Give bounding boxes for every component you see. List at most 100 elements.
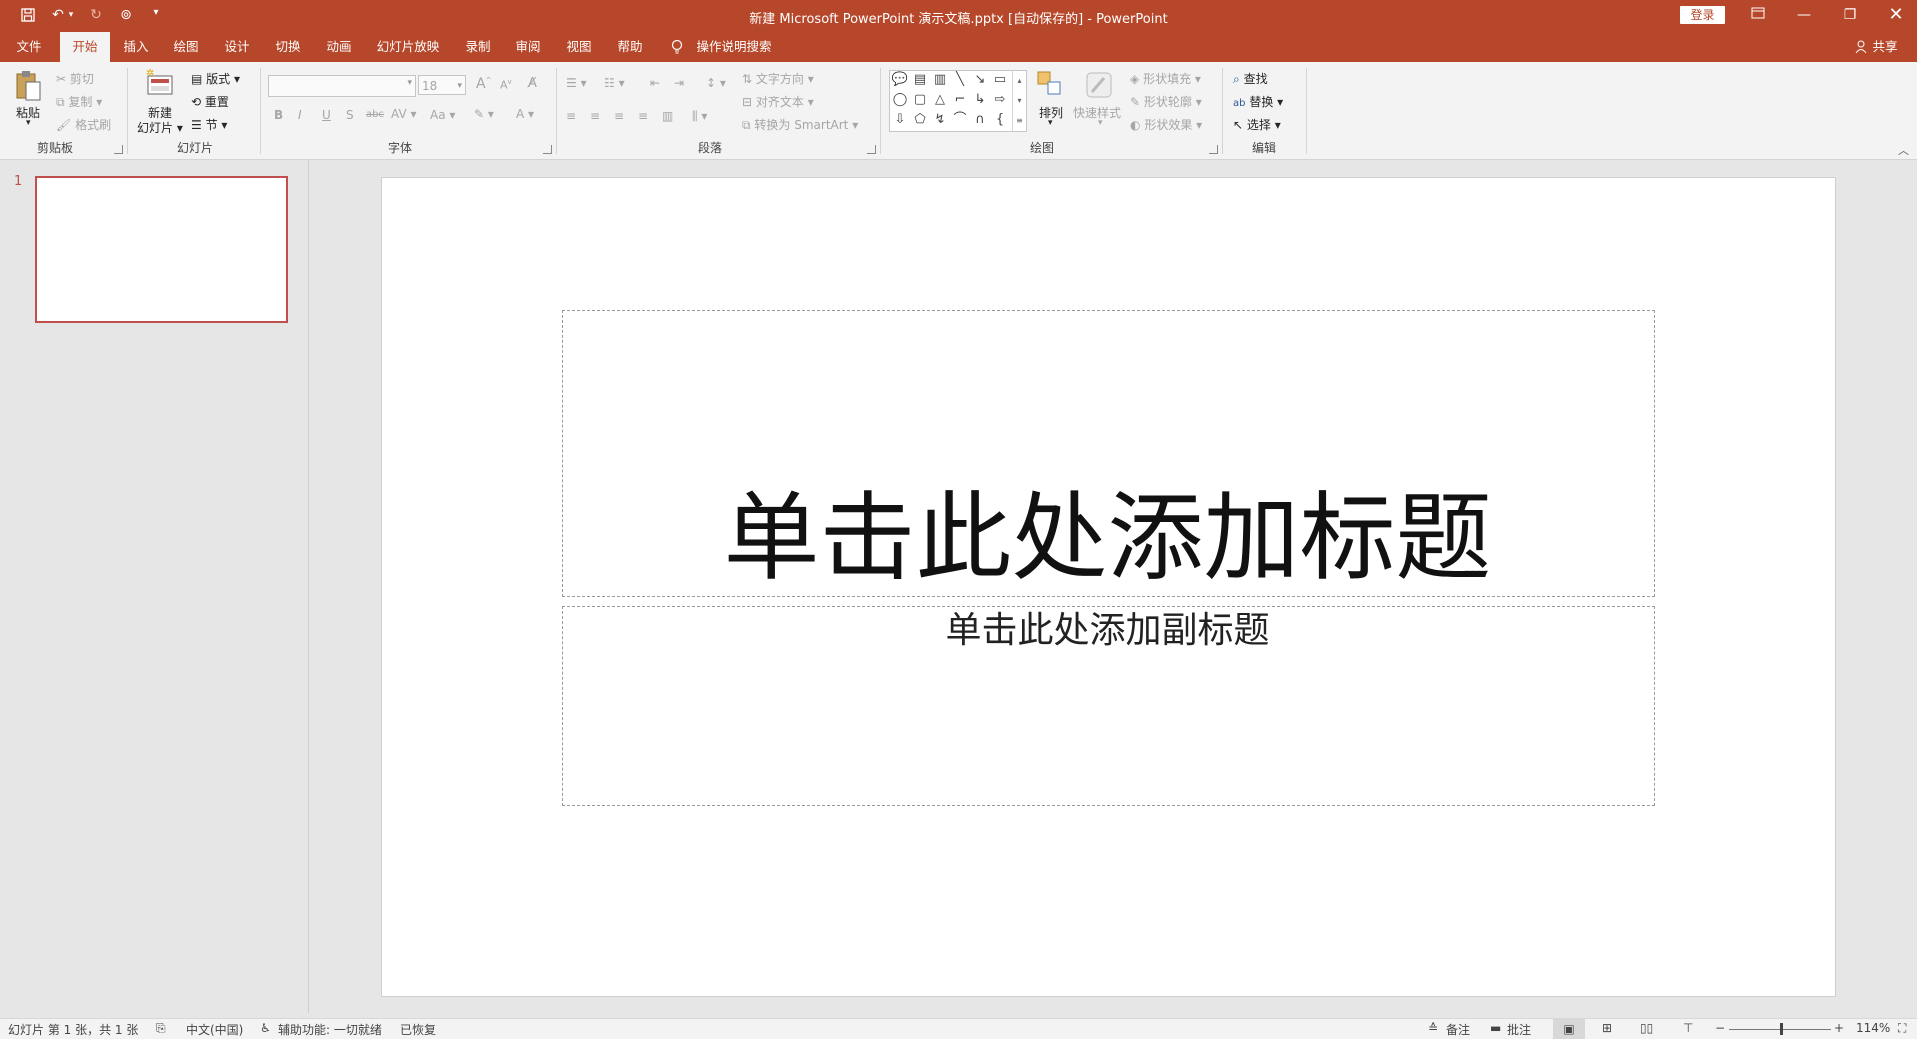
paste-dropdown-icon[interactable]: ▾ xyxy=(26,118,31,128)
language-status[interactable]: 中文(中国) xyxy=(186,1021,243,1038)
quick-styles-button[interactable]: 快速样式 xyxy=(1073,104,1121,121)
shapes-gallery[interactable]: 💬 ▤ ▥ ╲ ↘ ▭ ◯ ▢ △ ⌐ ↳ ⇨ ⇩ ⬠ ↯ ⌒ ∩ { ▴ ▾ ≡ xyxy=(889,70,1027,132)
quick-styles-icon[interactable] xyxy=(1084,70,1114,103)
tab-review[interactable]: 审阅 xyxy=(508,32,548,62)
zoom-level[interactable]: 114% xyxy=(1856,1021,1890,1035)
right-arrow-shape-icon[interactable]: ⇨ xyxy=(990,91,1010,109)
highlight-icon[interactable]: ✎ ▾ xyxy=(474,107,494,121)
bullets-icon[interactable]: ☰ ▾ xyxy=(566,76,587,90)
reset-button[interactable]: ⟲ 重置 xyxy=(191,93,229,110)
zoom-out-icon[interactable]: − xyxy=(1715,1021,1725,1035)
tab-record[interactable]: 录制 xyxy=(458,32,498,62)
slide-sorter-icon[interactable]: ⊞ xyxy=(1602,1021,1612,1035)
shape-outline-button[interactable]: ✎ 形状轮廓 ▾ xyxy=(1130,93,1202,110)
notes-button[interactable]: 备注 xyxy=(1446,1021,1470,1038)
tab-design[interactable]: 设计 xyxy=(217,32,257,62)
justify-icon[interactable]: ≡ xyxy=(638,109,648,123)
tab-home[interactable]: 开始 xyxy=(60,32,110,62)
convert-smartart-button[interactable]: ⧉ 转换为 SmartArt ▾ xyxy=(742,116,858,133)
oval-shape-icon[interactable]: ◯ xyxy=(890,91,910,109)
tab-help[interactable]: 帮助 xyxy=(610,32,650,62)
new-slide-button[interactable]: 幻灯片 ▾ xyxy=(137,119,183,136)
restore-icon[interactable]: ❐ xyxy=(1827,0,1873,32)
arc-shape-icon[interactable]: ∩ xyxy=(970,111,990,129)
section-button[interactable]: ☰ 节 ▾ xyxy=(191,116,227,133)
find-button[interactable]: ⌕ 查找 xyxy=(1233,70,1268,87)
callout-shape-icon[interactable]: 💬 xyxy=(890,71,910,89)
decrease-font-size-icon[interactable]: Av xyxy=(500,78,512,92)
accessibility-status[interactable]: 辅助功能: 一切就绪 xyxy=(278,1021,382,1038)
spell-check-icon[interactable]: ⎘ xyxy=(156,1021,166,1036)
shape-fill-button[interactable]: ◈ 形状填充 ▾ xyxy=(1130,70,1201,87)
brace-shape-icon[interactable]: { xyxy=(990,111,1010,129)
down-arrow-shape-icon[interactable]: ⇩ xyxy=(890,111,910,129)
align-text-button[interactable]: ⊟ 对齐文本 ▾ xyxy=(742,93,814,110)
arrange-icon[interactable] xyxy=(1036,70,1064,103)
underline-icon[interactable]: U xyxy=(322,108,331,122)
align-left-icon[interactable]: ≡ xyxy=(566,109,576,123)
rounded-rect-shape-icon[interactable]: ▢ xyxy=(910,91,930,109)
cut-button[interactable]: ✂ 剪切 xyxy=(56,70,94,87)
change-case-icon[interactable]: Aa ▾ xyxy=(430,108,455,122)
quick-styles-dropdown-icon[interactable]: ▾ xyxy=(1098,118,1103,128)
tab-slideshow[interactable]: 幻灯片放映 xyxy=(372,32,444,62)
paste-icon[interactable] xyxy=(14,70,42,105)
font-launcher-icon[interactable] xyxy=(543,145,552,154)
tab-draw[interactable]: 绘图 xyxy=(166,32,206,62)
columns-icon[interactable]: ⫼ ▾ xyxy=(692,109,707,124)
tab-animations[interactable]: 动画 xyxy=(319,32,359,62)
slideshow-view-icon[interactable]: ⊤ xyxy=(1683,1021,1693,1035)
align-right-icon[interactable]: ≡ xyxy=(614,109,624,123)
tab-transitions[interactable]: 切换 xyxy=(268,32,308,62)
arrange-dropdown-icon[interactable]: ▾ xyxy=(1048,118,1053,128)
font-name-combobox[interactable]: ▾ xyxy=(268,75,416,97)
arrow-line-shape-icon[interactable]: ↘ xyxy=(970,71,990,89)
close-icon[interactable]: ✕ xyxy=(1873,0,1917,32)
layout-button[interactable]: ▤ 版式 ▾ xyxy=(191,70,240,87)
vertical-textbox-shape-icon[interactable]: ▥ xyxy=(930,71,950,89)
tab-file[interactable]: 文件 xyxy=(8,32,50,62)
line-spacing-icon[interactable]: ↕ ▾ xyxy=(706,76,726,90)
textbox-shape-icon[interactable]: ▤ xyxy=(910,71,930,89)
strikethrough-icon[interactable]: abc xyxy=(366,109,384,120)
elbow-arrow-shape-icon[interactable]: ↳ xyxy=(970,91,990,109)
copy-button[interactable]: ⧉ 复制 ▾ xyxy=(56,93,102,110)
minimize-icon[interactable]: — xyxy=(1781,0,1827,32)
font-color-icon[interactable]: A ▾ xyxy=(516,107,534,121)
select-button[interactable]: ↖ 选择 ▾ xyxy=(1233,116,1281,133)
increase-indent-icon[interactable]: ⇥ xyxy=(674,76,684,90)
zoom-slider-thumb[interactable] xyxy=(1780,1023,1783,1035)
tab-view[interactable]: 视图 xyxy=(559,32,599,62)
numbering-icon[interactable]: ☷ ▾ xyxy=(604,76,625,90)
slide-thumbnail[interactable] xyxy=(35,176,288,323)
replace-button[interactable]: ab 替换 ▾ xyxy=(1233,93,1283,110)
title-placeholder-text[interactable]: 单击此处添加标题 xyxy=(562,478,1653,598)
ribbon-display-options-icon[interactable] xyxy=(1735,0,1781,32)
reading-view-icon[interactable]: ▯▯ xyxy=(1640,1021,1653,1035)
decrease-indent-icon[interactable]: ⇤ xyxy=(650,76,660,90)
zoom-in-icon[interactable]: + xyxy=(1834,1021,1844,1035)
character-spacing-icon[interactable]: AV ▾ xyxy=(391,107,417,121)
clipboard-launcher-icon[interactable] xyxy=(114,145,123,154)
distributed-icon[interactable]: ▥ xyxy=(662,109,673,123)
tab-insert[interactable]: 插入 xyxy=(116,32,156,62)
triangle-shape-icon[interactable]: △ xyxy=(930,91,950,109)
shape-effects-button[interactable]: ◐ 形状效果 ▾ xyxy=(1130,116,1202,133)
share-button[interactable]: 共享 xyxy=(1870,32,1900,62)
drawing-launcher-icon[interactable] xyxy=(1209,145,1218,154)
comments-button[interactable]: 批注 xyxy=(1507,1021,1531,1038)
align-center-icon[interactable]: ≡ xyxy=(590,109,600,123)
text-direction-button[interactable]: ⇅ 文字方向 ▾ xyxy=(742,70,814,87)
text-shadow-icon[interactable]: S xyxy=(346,108,354,122)
format-painter-button[interactable]: 🖌 格式刷 xyxy=(56,116,111,133)
elbow-connector-shape-icon[interactable]: ⌐ xyxy=(950,91,970,109)
italic-icon[interactable]: I xyxy=(298,108,302,122)
curve-shape-icon[interactable]: ⌒ xyxy=(950,111,970,129)
bold-icon[interactable]: B xyxy=(274,108,283,122)
increase-font-size-icon[interactable]: A^ xyxy=(476,76,491,92)
new-slide-icon[interactable]: ✲ xyxy=(144,68,176,103)
gallery-scroll[interactable]: ▴ ▾ ≡ xyxy=(1012,71,1026,131)
normal-view-icon[interactable]: ▣ xyxy=(1553,1019,1585,1039)
line-shape-icon[interactable]: ╲ xyxy=(950,71,970,89)
freeform-shape-icon[interactable]: ↯ xyxy=(930,111,950,129)
